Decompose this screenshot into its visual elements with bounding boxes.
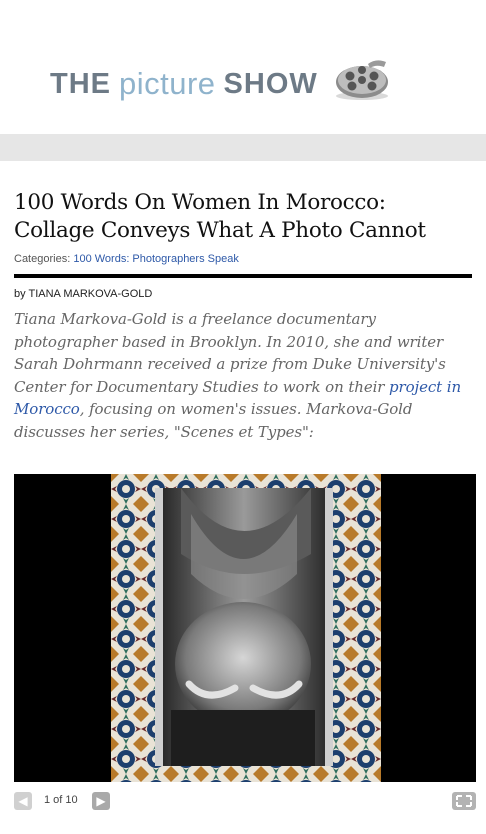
logo-the-text: THE [50, 67, 111, 100]
logo-show-text: SHOW [223, 67, 318, 100]
chevron-right-icon[interactable]: ▶ [92, 792, 110, 810]
article-intro: Tiana Markova-Gold is a freelance docume… [14, 308, 472, 443]
byline-prefix: by [14, 288, 26, 300]
fullscreen-icon[interactable] [452, 792, 476, 810]
category-link[interactable]: 100 Words: Photographers Speak [73, 253, 239, 265]
chevron-left-icon[interactable]: ◀ [14, 792, 32, 810]
categories-label: Categories: [14, 253, 71, 265]
slide-counter: 1 of 10 [44, 794, 78, 806]
site-header: THE picture SHOW [0, 0, 486, 134]
author-name: TIANA MARKOVA-GOLD [28, 288, 153, 300]
byline: by TIANA MARKOVA-GOLD [14, 288, 472, 300]
article: 100 Words On Women In Morocco: Collage C… [0, 161, 486, 443]
title-divider [14, 274, 472, 278]
nav-band [0, 134, 486, 161]
article-title: 100 Words On Women In Morocco: Collage C… [14, 190, 426, 243]
slideshow-viewer[interactable] [14, 474, 476, 782]
logo-picture-text: picture [119, 66, 216, 101]
film-reel-icon [335, 60, 388, 100]
slideshow-controls: ◀ 1 of 10 ▶ [14, 792, 476, 812]
intro-text-1: Tiana Markova-Gold is a freelance docume… [14, 310, 446, 396]
categories: Categories: 100 Words: Photographers Spe… [14, 253, 472, 265]
collage-photo [111, 474, 381, 782]
site-logo[interactable]: THE picture SHOW [50, 60, 392, 106]
fullscreen-glyph [456, 795, 472, 807]
